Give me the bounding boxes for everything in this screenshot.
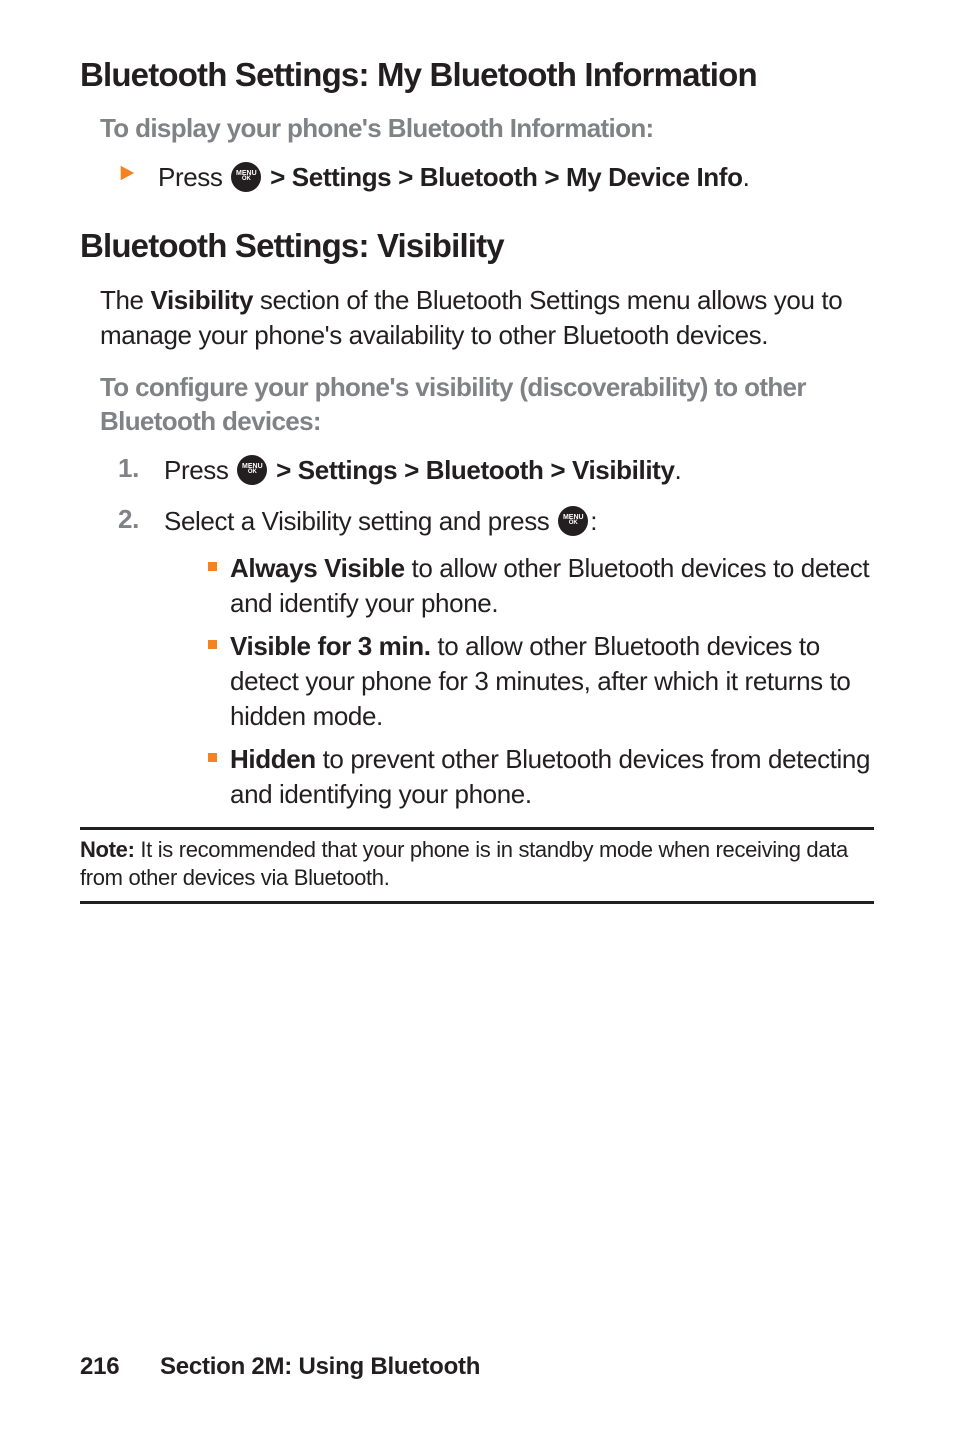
step-number-2: 2.	[118, 504, 164, 535]
step-1: 1. Press MENUOK > Settings > Bluetooth >…	[118, 453, 874, 488]
subheading-display-info: To display your phone's Bluetooth Inform…	[100, 112, 874, 146]
option-always-visible: Always Visible	[230, 553, 405, 583]
menu-ok-icon: MENUOK	[237, 455, 267, 485]
square-bullet-icon	[208, 551, 230, 571]
paragraph-visibility-desc: The Visibility section of the Bluetooth …	[100, 283, 874, 353]
visibility-options-list: Always Visible to allow other Bluetooth …	[208, 551, 874, 813]
note-label: Note:	[80, 837, 135, 862]
note-block: Note: It is recommended that your phone …	[80, 827, 874, 904]
text-press: Press	[158, 162, 229, 192]
page-number: 216	[80, 1353, 160, 1381]
heading-bluetooth-info: Bluetooth Settings: My Bluetooth Informa…	[80, 56, 874, 94]
list-item: Always Visible to allow other Bluetooth …	[208, 551, 874, 621]
text-colon: :	[590, 506, 597, 536]
step-2: 2. Select a Visibility setting and press…	[118, 504, 874, 539]
nav-path-visibility: > Settings > Bluetooth > Visibility	[269, 455, 674, 485]
menu-ok-icon: MENUOK	[231, 162, 261, 192]
section-label: Section 2M: Using Bluetooth	[160, 1353, 480, 1380]
text-select-setting: Select a Visibility setting and press	[164, 506, 556, 536]
square-bullet-icon	[208, 742, 230, 762]
subheading-configure-visibility: To configure your phone's visibility (di…	[100, 371, 874, 439]
option-hidden: Hidden	[230, 744, 316, 774]
instruction-display-info: Press MENUOK > Settings > Bluetooth > My…	[118, 160, 874, 195]
option-desc: to prevent other Bluetooth devices from …	[230, 744, 870, 809]
list-item: Visible for 3 min. to allow other Blueto…	[208, 629, 874, 734]
text-press: Press	[164, 455, 235, 485]
nav-path-device-info: > Settings > Bluetooth > My Device Info	[263, 162, 742, 192]
square-bullet-icon	[208, 629, 230, 649]
heading-visibility: Bluetooth Settings: Visibility	[80, 227, 874, 265]
text-period: .	[675, 455, 682, 485]
text-period: .	[743, 162, 750, 192]
play-bullet-icon	[118, 160, 158, 182]
option-visible-3min: Visible for 3 min.	[230, 631, 431, 661]
page-footer: 216Section 2M: Using Bluetooth	[80, 1353, 480, 1381]
note-text: It is recommended that your phone is in …	[80, 837, 848, 891]
list-item: Hidden to prevent other Bluetooth device…	[208, 742, 874, 812]
step-number-1: 1.	[118, 453, 164, 484]
menu-ok-icon: MENUOK	[558, 506, 588, 536]
